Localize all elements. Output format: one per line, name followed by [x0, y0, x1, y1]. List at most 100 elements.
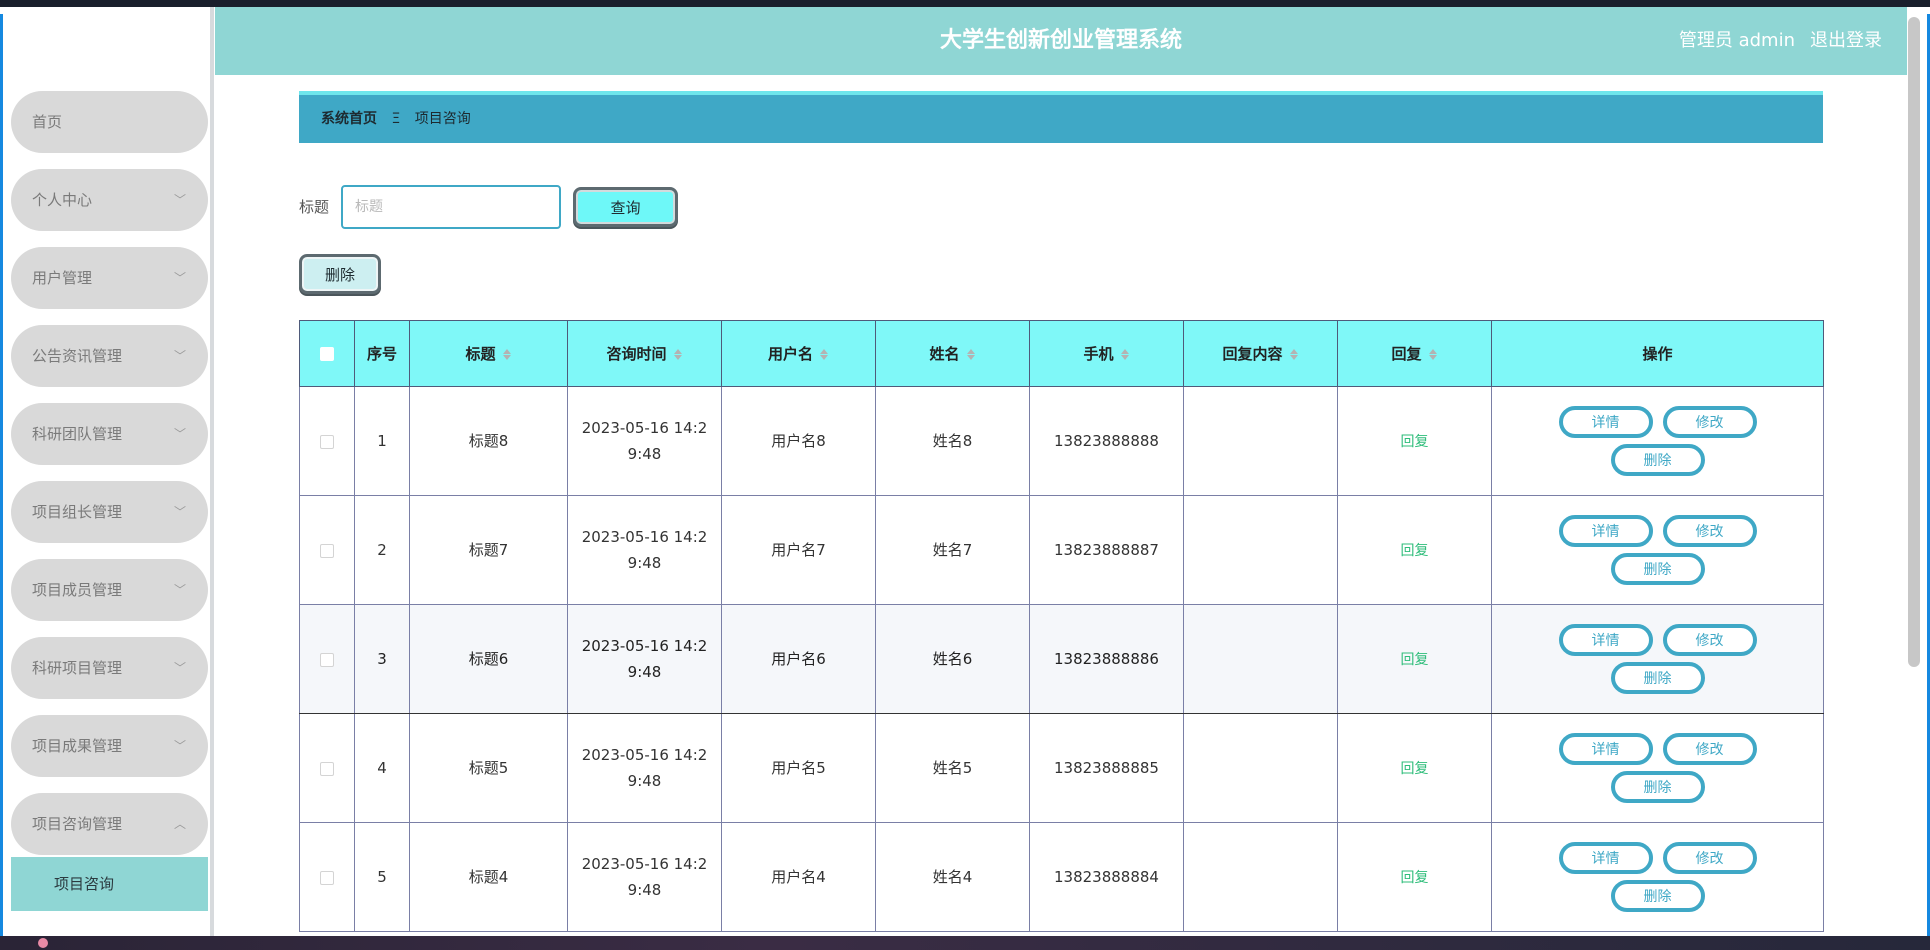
reply-link[interactable]: 回复 — [1401, 543, 1429, 559]
sidebar-item-label: 科研项目管理 — [32, 659, 123, 677]
reply-link[interactable]: 回复 — [1401, 870, 1429, 886]
header-reply[interactable]: 回复 — [1337, 320, 1492, 387]
cell-phone: 13823888884 — [1029, 822, 1184, 932]
edit-button[interactable]: 修改 — [1662, 406, 1757, 438]
batch-delete-button[interactable]: 删除 — [299, 254, 381, 294]
sort-icon[interactable] — [819, 348, 829, 361]
current-user: 管理员 admin — [1678, 30, 1795, 51]
row-select-cell — [299, 495, 355, 605]
sidebar-item-project-leader-management[interactable]: 项目组长管理 ﹀ — [11, 481, 208, 543]
header-name-label: 姓名 — [929, 345, 960, 363]
cell-reply-content — [1183, 604, 1338, 714]
top-header: 大学生创新创业管理系统 管理员 admin 退出登录 — [215, 7, 1907, 75]
sidebar-item-project-achievement-management[interactable]: 项目成果管理 ﹀ — [11, 715, 208, 777]
cell-no: 1 — [354, 386, 410, 496]
sidebar-item-home[interactable]: 首页 — [11, 91, 208, 153]
cell-reply: 回复 — [1337, 822, 1492, 932]
cell-actions: 详情 修改 删除 — [1491, 495, 1824, 605]
sort-icon[interactable] — [966, 348, 976, 361]
reply-link[interactable]: 回复 — [1401, 652, 1429, 668]
breadcrumb-home[interactable]: 系统首页 — [321, 111, 377, 127]
row-checkbox[interactable] — [320, 543, 334, 558]
delete-button[interactable]: 删除 — [1610, 662, 1705, 694]
sidebar-item-research-project-management[interactable]: 科研项目管理 ﹀ — [11, 637, 208, 699]
edit-button[interactable]: 修改 — [1662, 842, 1757, 874]
vertical-scrollbar[interactable] — [1908, 17, 1920, 667]
sidebar-subitem-project-consultation[interactable]: 项目咨询 — [11, 857, 208, 911]
cell-name: 姓名4 — [875, 822, 1030, 932]
header-time-label: 咨询时间 — [606, 345, 667, 363]
header-time[interactable]: 咨询时间 — [567, 320, 722, 387]
chevron-down-icon: ﹀ — [173, 427, 186, 441]
detail-button[interactable]: 详情 — [1558, 733, 1653, 765]
cell-reply: 回复 — [1337, 495, 1492, 605]
header-no-label: 序号 — [366, 345, 397, 363]
row-select-cell — [299, 386, 355, 496]
detail-button[interactable]: 详情 — [1558, 624, 1653, 656]
query-button[interactable]: 查询 — [573, 187, 678, 227]
logout-link[interactable]: 退出登录 — [1810, 7, 1882, 75]
sidebar-item-research-team-management[interactable]: 科研团队管理 ﹀ — [11, 403, 208, 465]
row-checkbox[interactable] — [320, 870, 334, 885]
row-checkbox[interactable] — [320, 434, 334, 449]
sidebar-item-label: 首页 — [32, 113, 63, 131]
cell-time: 2023-05-16 14:2 9:48 — [567, 386, 722, 496]
title-search-input[interactable] — [341, 185, 561, 229]
sort-icon[interactable] — [1289, 348, 1299, 361]
breadcrumb: 系统首页 Ξ 项目咨询 — [299, 91, 1823, 143]
sidebar-item-personal-center[interactable]: 个人中心 ﹀ — [11, 169, 208, 231]
row-checkbox[interactable] — [320, 761, 334, 776]
header-phone-label: 手机 — [1083, 345, 1114, 363]
edit-button[interactable]: 修改 — [1662, 515, 1757, 547]
sidebar-item-label: 项目成果管理 — [32, 737, 123, 755]
cell-reply: 回复 — [1337, 713, 1492, 823]
sidebar-item-project-consultation-management[interactable]: 项目咨询管理 ︿ — [11, 793, 208, 855]
sidebar-item-project-member-management[interactable]: 项目成员管理 ﹀ — [11, 559, 208, 621]
edit-button[interactable]: 修改 — [1662, 624, 1757, 656]
delete-button[interactable]: 删除 — [1610, 771, 1705, 803]
detail-button[interactable]: 详情 — [1558, 842, 1653, 874]
row-checkbox[interactable] — [320, 652, 334, 667]
sort-icon[interactable] — [673, 348, 683, 361]
detail-button[interactable]: 详情 — [1558, 515, 1653, 547]
taskbar-app-icon[interactable] — [38, 938, 48, 948]
cell-phone: 13823888886 — [1029, 604, 1184, 714]
header-phone[interactable]: 手机 — [1029, 320, 1184, 387]
sidebar-item-user-management[interactable]: 用户管理 ﹀ — [11, 247, 208, 309]
delete-button[interactable]: 删除 — [1610, 880, 1705, 912]
cell-time-line1: 2023-05-16 14:2 — [581, 637, 708, 655]
cell-time-line2: 9:48 — [627, 554, 662, 572]
header-actions: 操作 — [1491, 320, 1824, 387]
cell-title: 标题7 — [409, 495, 568, 605]
cell-time: 2023-05-16 14:2 9:48 — [567, 495, 722, 605]
cell-time: 2023-05-16 14:2 9:48 — [567, 604, 722, 714]
cell-actions: 详情 修改 删除 — [1491, 386, 1824, 496]
sort-icon[interactable] — [502, 348, 512, 361]
edit-button[interactable]: 修改 — [1662, 733, 1757, 765]
sidebar-item-label: 公告资讯管理 — [32, 347, 123, 365]
delete-button[interactable]: 删除 — [1610, 553, 1705, 585]
header-name[interactable]: 姓名 — [875, 320, 1030, 387]
reply-link[interactable]: 回复 — [1401, 434, 1429, 450]
cell-phone: 13823888885 — [1029, 713, 1184, 823]
header-username[interactable]: 用户名 — [721, 320, 876, 387]
header-title-label: 标题 — [465, 345, 496, 363]
cell-name: 姓名7 — [875, 495, 1030, 605]
sort-icon[interactable] — [1428, 348, 1438, 361]
consultation-table: 序号 标题 咨询时间 用户名 姓名 手机 回复内容 回复 操作 1 标题8 20… — [299, 320, 1824, 932]
reply-link[interactable]: 回复 — [1401, 761, 1429, 777]
cell-no: 2 — [354, 495, 410, 605]
cell-time-line1: 2023-05-16 14:2 — [581, 419, 708, 437]
sort-icon[interactable] — [1120, 348, 1130, 361]
breadcrumb-separator-icon: Ξ — [391, 111, 401, 127]
cell-reply-content — [1183, 386, 1338, 496]
select-all-checkbox[interactable] — [320, 347, 334, 361]
detail-button[interactable]: 详情 — [1558, 406, 1653, 438]
delete-button[interactable]: 删除 — [1610, 444, 1705, 476]
chevron-down-icon: ﹀ — [173, 193, 186, 207]
header-reply-content[interactable]: 回复内容 — [1183, 320, 1338, 387]
header-reply-label: 回复 — [1391, 345, 1422, 363]
header-title[interactable]: 标题 — [409, 320, 568, 387]
table-row: 5 标题4 2023-05-16 14:2 9:48 用户名4 姓名4 13823… — [299, 822, 1824, 932]
sidebar-item-announcement-management[interactable]: 公告资讯管理 ﹀ — [11, 325, 208, 387]
